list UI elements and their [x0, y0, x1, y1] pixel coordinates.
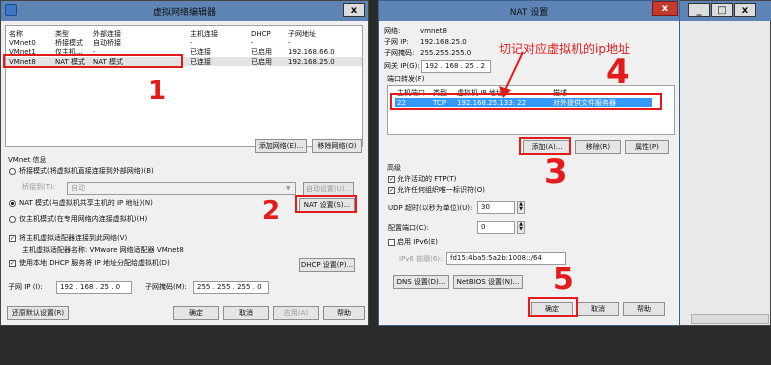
subnet-ip-label: 子网 IP (I): [8, 283, 43, 291]
cell-name: VMnet0 [9, 39, 36, 47]
vne-close-button[interactable]: x [343, 3, 365, 17]
cell-host: 已连接 [190, 58, 211, 66]
host-only-radio[interactable] [9, 216, 16, 223]
nat-help-button[interactable]: 帮助 [623, 302, 665, 316]
network-value: vmnet8 [420, 27, 447, 35]
annotation-box-vmnet8-row [3, 54, 183, 68]
col-header-name[interactable]: 名称 [9, 30, 23, 38]
col-header-host[interactable]: 主机连接 [190, 30, 218, 38]
vne-apply-button[interactable]: 应用(A) [273, 306, 319, 320]
chevron-down-icon: ▼ [286, 185, 291, 192]
nat-titlebar[interactable]: NAT 设置 x [379, 1, 679, 21]
vmnet-info-heading: VMnet 信息 [8, 156, 47, 164]
allow-ftp-checkbox[interactable]: ✓ [388, 176, 395, 183]
host-only-label[interactable]: 仅主机模式(在专用网络内连接虚拟机)(H) [19, 215, 147, 224]
udp-timeout-spinner[interactable]: ▲ ▼ [517, 201, 525, 214]
nat-subnet-mask-value: 255.255.255.0 [420, 49, 472, 57]
gateway-input[interactable]: 192 . 168 . 25 . 2 [421, 60, 491, 73]
add-network-button[interactable]: 添加网络(E)... [255, 139, 307, 153]
network-label: 网络: [384, 27, 401, 35]
enable-ipv6-checkbox[interactable] [388, 239, 395, 246]
nat-subnet-ip-label: 子网 IP: [384, 38, 409, 46]
annotation-number-4: 4 [606, 52, 630, 92]
bridged-to-select[interactable]: 自动 [67, 182, 296, 195]
nat-title: NAT 设置 [509, 8, 549, 18]
cell-type: 桥接模式 [55, 39, 83, 47]
annotation-number-1: 1 [148, 76, 167, 106]
nat-subnet-mask-label: 子网掩码: [384, 49, 415, 57]
bridged-to-label: 桥接到(T): [22, 183, 56, 191]
minimize-button[interactable]: _ [688, 3, 710, 17]
remove-port-button[interactable]: 移除(R) [575, 140, 621, 154]
netbios-settings-button[interactable]: NetBIOS 设置(N)... [453, 275, 523, 289]
allow-ftp-label[interactable]: 允许活动的 FTP(T) [397, 175, 456, 184]
remove-network-button[interactable]: 移除网络(O) [312, 139, 362, 153]
nat-radio[interactable] [9, 200, 16, 207]
nat-subnet-ip-value: 192.168.25.0 [420, 38, 467, 46]
virtual-network-editor-window: 虚拟网络编辑器 x 名称 类型 外部连接 主机连接 DHCP 子网地址 VMne… [0, 0, 369, 326]
allow-oui-checkbox[interactable]: ✓ [388, 187, 395, 194]
col-header-external[interactable]: 外部连接 [93, 30, 121, 38]
cell-host: 已连接 [190, 48, 211, 56]
config-port-input[interactable]: 0 [477, 221, 515, 234]
cell-subnet: 192.168.25.0 [288, 58, 335, 66]
port-forwarding-label: 端口转发(F) [387, 75, 425, 83]
vne-cancel-button[interactable]: 取消 [223, 306, 269, 320]
udp-timeout-input[interactable]: 30 [477, 201, 515, 214]
ipv6-prefix-input[interactable]: fd15:4ba5:5a2b:1008::/64 [446, 252, 566, 265]
vne-ok-button[interactable]: 确定 [173, 306, 219, 320]
dns-settings-button[interactable]: DNS 设置(D)... [393, 275, 449, 289]
enable-ipv6-label[interactable]: 启用 IPv6(E) [397, 238, 438, 247]
subnet-mask-label: 子网掩码(M): [145, 283, 187, 291]
cell-subnet: 192.168.66.0 [288, 48, 335, 56]
vne-titlebar[interactable]: 虚拟网络编辑器 x [1, 1, 368, 21]
cell-dhcp: 已启用 [251, 58, 272, 66]
auto-settings-button[interactable]: 自动设置(U)... [303, 182, 354, 196]
annotation-box-nat-ok [528, 297, 578, 317]
config-port-label: 配置端口(C): [388, 224, 429, 232]
allow-oui-label[interactable]: 允许任何组织唯一标识符(O) [397, 186, 485, 195]
restore-defaults-button[interactable]: 还原默认设置(R) [7, 306, 69, 320]
nat-label[interactable]: NAT 模式(与虚拟机共享主机的 IP 地址)(N) [19, 199, 153, 208]
cell-host: - [190, 39, 193, 47]
cell-dhcp: - [251, 39, 254, 47]
adapter-name-label: 主机虚拟适配器名称: VMware 网络适配器 VMnet8 [22, 246, 184, 254]
col-header-dhcp[interactable]: DHCP [251, 30, 271, 38]
nat-cancel-button[interactable]: 取消 [577, 302, 619, 316]
use-dhcp-checkbox[interactable]: ✓ [9, 260, 16, 267]
use-dhcp-label[interactable]: 使用本地 DHCP 服务将 IP 地址分配给虚拟机(D) [19, 259, 170, 268]
properties-button[interactable]: 属性(P) [625, 140, 669, 154]
col-header-type[interactable]: 类型 [55, 30, 69, 38]
background-window: _ □ x [668, 0, 771, 326]
annotation-box-port-row [390, 93, 662, 110]
subnet-ip-input[interactable]: 192 . 168 . 25 . 0 [56, 281, 132, 294]
cell-subnet: - [288, 39, 291, 47]
toolbar-strip [691, 314, 769, 324]
subnet-mask-input[interactable]: 255 . 255 . 255 . 0 [193, 281, 269, 294]
connect-adapter-checkbox[interactable]: ✓ [9, 235, 16, 242]
udp-timeout-label: UDP 超时(以秒为单位)(U): [388, 204, 473, 212]
col-header-subnet[interactable]: 子网地址 [288, 30, 316, 38]
bridged-label[interactable]: 桥接模式(将虚拟机直接连接到外部网络)(B) [19, 167, 154, 176]
dhcp-settings-button[interactable]: DHCP 设置(P)... [299, 258, 355, 272]
vne-help-button[interactable]: 帮助 [323, 306, 365, 320]
annotation-number-2: 2 [262, 196, 281, 226]
gateway-label: 网关 IP(G): [384, 62, 420, 70]
connect-adapter-label[interactable]: 将主机虚拟适配器连接到此网络(V) [19, 234, 127, 243]
annotation-number-5: 5 [553, 262, 574, 297]
nat-close-button[interactable]: x [652, 1, 678, 16]
maximize-button[interactable]: □ [711, 3, 733, 17]
background-close-button[interactable]: x [734, 3, 756, 17]
annotation-number-3: 3 [544, 152, 568, 192]
config-port-spinner[interactable]: ▲ ▼ [517, 221, 525, 234]
cell-dhcp: 已启用 [251, 48, 272, 56]
vne-title: 虚拟网络编辑器 [152, 8, 216, 18]
cell-external: 自动桥接 [93, 39, 121, 47]
advanced-heading: 高级 [387, 164, 401, 172]
ipv6-prefix-label: IPv6 前缀(6): [399, 255, 443, 263]
annotation-box-nat-settings [295, 195, 357, 213]
bridged-radio[interactable] [9, 168, 16, 175]
